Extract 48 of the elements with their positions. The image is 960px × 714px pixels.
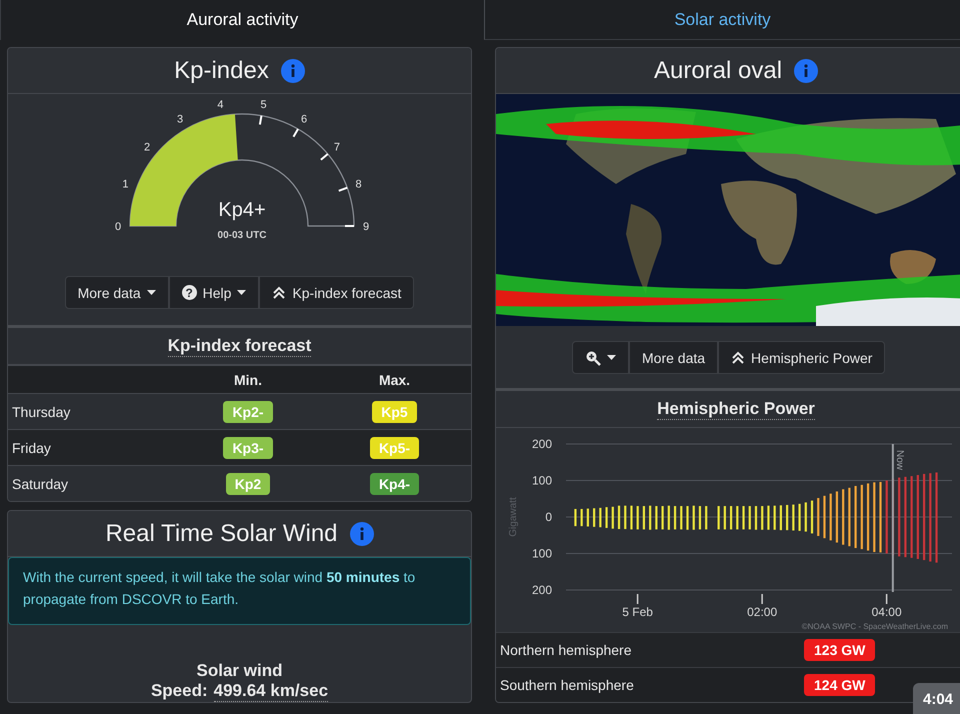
- hemisphere-label: Southern hemisphere: [499, 677, 635, 693]
- day-label: Friday: [11, 440, 52, 456]
- power-badge: 124 GW: [804, 674, 876, 696]
- scale-label: 6: [300, 114, 307, 126]
- axis-label: 0: [545, 510, 552, 524]
- column-header: Max.: [378, 372, 412, 388]
- axis-label: 04:00: [872, 605, 902, 619]
- hemisphere-label: Northern hemisphere: [499, 642, 633, 658]
- scale-label: 0: [114, 221, 121, 233]
- axis-label: 100: [532, 546, 552, 560]
- axis-label: 200: [532, 437, 552, 451]
- kp-badge: Kp3-: [223, 436, 273, 458]
- ref-line-label: Now: [894, 450, 905, 471]
- speed-value: 499.64 km/sec: [214, 681, 328, 702]
- info-alert: With the current speed, it will take the solar wind 50 minutes to propagate from DSCOVR to Earth.: [8, 557, 471, 625]
- scale-label: 2: [143, 141, 150, 154]
- scale-label: 3: [176, 114, 183, 126]
- scale-label: 5: [260, 98, 266, 111]
- kp-badge: Kp2-: [223, 400, 273, 422]
- power-badge: 123 GW: [804, 639, 876, 661]
- speed-label: Speed:: [150, 681, 208, 702]
- axis-label: 5 Feb: [622, 605, 653, 619]
- card-title: Kp-index: [174, 56, 269, 84]
- credit-text: ©NOAA SWPC - SpaceWeatherLive.com: [802, 622, 948, 631]
- kp-badge: Kp2: [226, 472, 270, 494]
- kp-badge: Kp5-: [370, 436, 420, 458]
- time-badge: 4:04: [913, 683, 960, 714]
- section-title: Hemispheric Power: [657, 398, 815, 420]
- day-label: Saturday: [11, 476, 70, 492]
- column-header: Min.: [233, 372, 263, 388]
- card-title: Auroral oval: [654, 56, 782, 84]
- section-title: Kp-index forecast: [168, 336, 312, 356]
- kp-badge: Kp5: [372, 400, 417, 422]
- axis-label: 02:00: [747, 605, 778, 619]
- time-range: 00-03 UTC: [217, 230, 266, 241]
- scale-label: 9: [362, 221, 369, 233]
- axis-label: 200: [532, 583, 552, 597]
- day-label: Thursday: [11, 404, 72, 420]
- scale-label: 4: [216, 98, 224, 111]
- card-title: Real Time Solar Wind: [105, 520, 338, 548]
- help-icon: ?: [182, 285, 197, 300]
- axis-label: 100: [532, 474, 552, 488]
- scale-label: 7: [333, 141, 340, 154]
- kp-badge: Kp4-: [370, 472, 420, 494]
- solar-wind-heading: Solar wind: [196, 661, 284, 681]
- kp-value: Kp4+: [218, 199, 266, 221]
- scale-label: 8: [354, 178, 362, 191]
- scale-label: 1: [122, 178, 128, 191]
